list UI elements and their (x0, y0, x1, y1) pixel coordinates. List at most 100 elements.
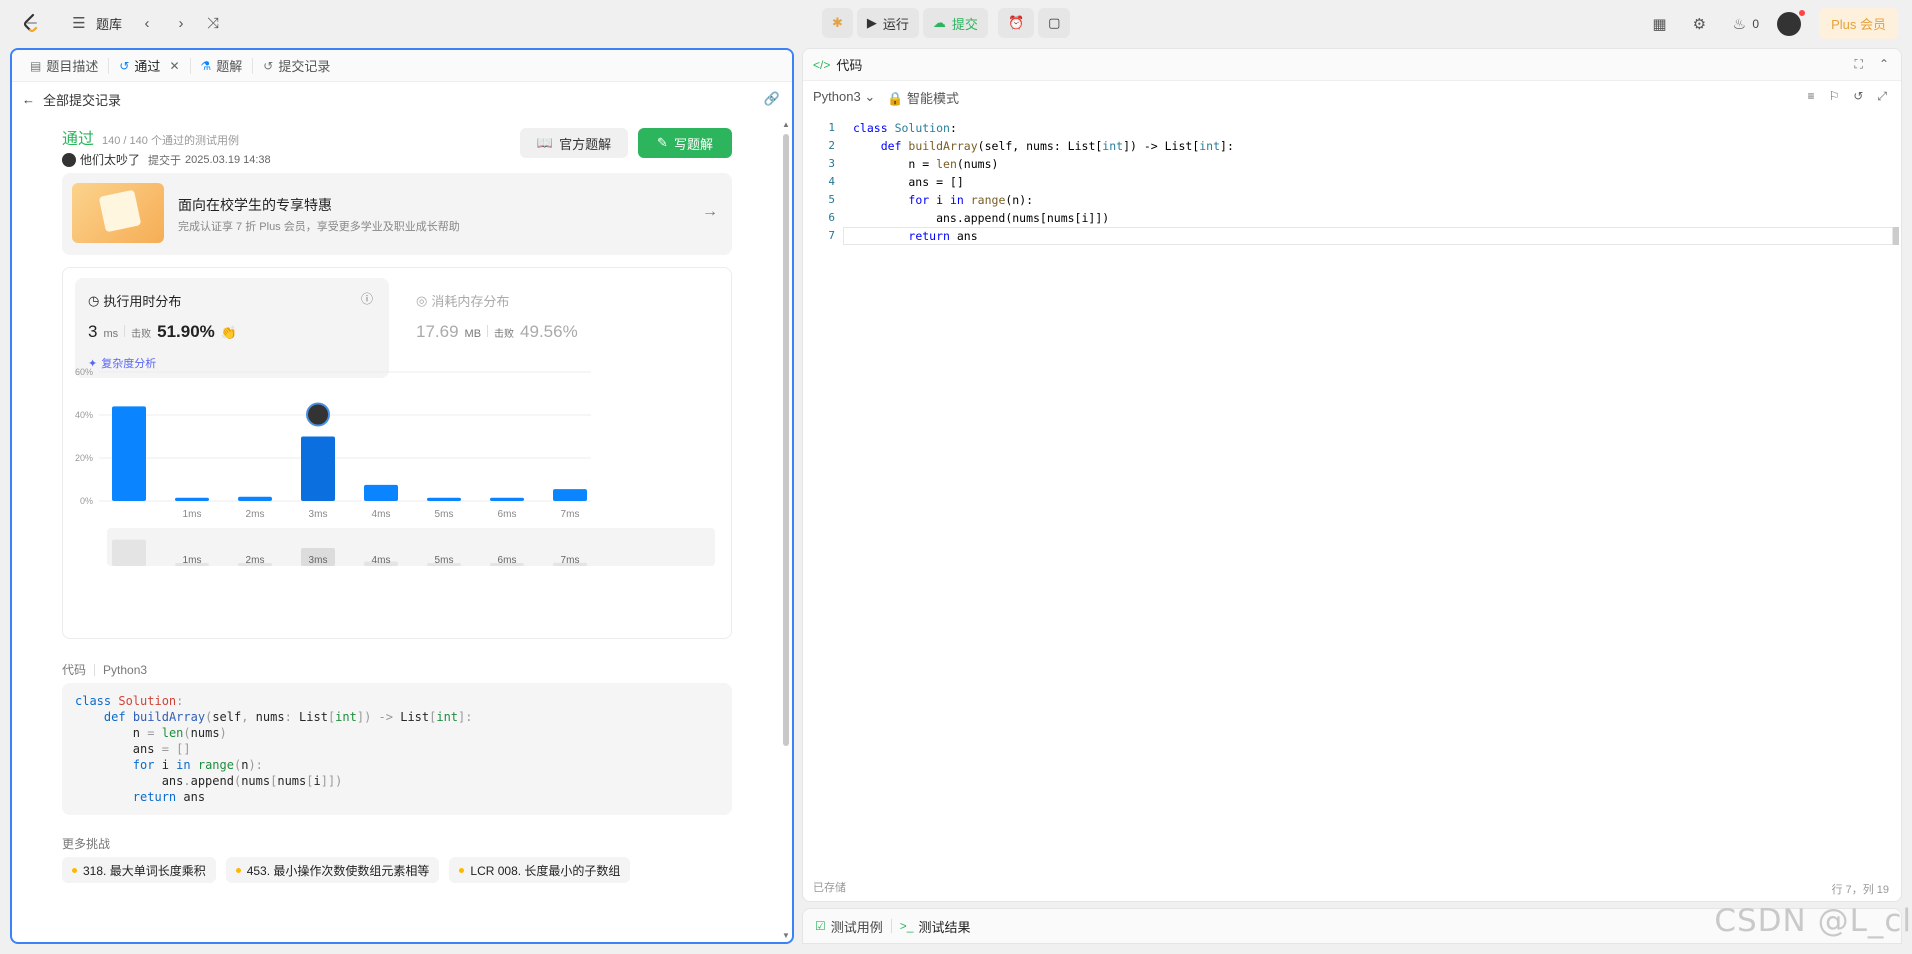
avatar[interactable] (1777, 9, 1806, 36)
left-scrollbar[interactable]: ▲ ▼ (782, 120, 790, 940)
code-lang: Python3 (103, 662, 148, 677)
random-problem-button[interactable]: ⤨ (202, 12, 224, 34)
debug-button[interactable]: ✱ (822, 8, 853, 38)
code-label: 代码 (62, 663, 87, 677)
editor-footer: 已存储 行 7，列 19 (803, 873, 1901, 901)
checkbox-icon: ☑ (815, 919, 826, 933)
layout-grid-icon[interactable]: ▦ (1648, 13, 1670, 35)
gear-icon[interactable]: ⚙ (1688, 13, 1710, 35)
tab-test-result[interactable]: >_ 测试结果 (900, 917, 971, 936)
link-icon[interactable]: 🔗 (764, 91, 780, 107)
runtime-metric: 3 ms 击败 51.90% 👏 (88, 322, 237, 342)
beats-label: 击败 (494, 329, 515, 340)
memory-beats: 49.56% (520, 322, 578, 341)
reset-icon[interactable]: ↺ (1853, 89, 1863, 104)
format-icon[interactable]: ≡ (1808, 89, 1815, 104)
timer-button[interactable]: ⏰ (997, 8, 1035, 38)
close-icon[interactable]: ✕ (169, 59, 179, 73)
tab-submissions[interactable]: ↺ 提交记录 (253, 58, 340, 75)
student-promo-banner[interactable]: 面向在校学生的专享特惠 完成认证享 7 折 Plus 会员，享受更多学业及职业成… (62, 173, 732, 255)
collapse-icon[interactable]: ⌃ (1879, 57, 1889, 72)
memory-unit: MB (464, 328, 482, 340)
tab-passed[interactable]: ↺ 通过 ✕ (109, 57, 191, 74)
leetcode-logo-icon[interactable] (20, 12, 42, 34)
navigator-bar (112, 539, 146, 566)
cursor-position: 行 7，列 19 (1831, 884, 1889, 896)
divider (94, 663, 96, 676)
tab-test-cases[interactable]: ☑ 测试用例 (815, 917, 883, 936)
code-editor[interactable]: 1 2 3 4 5 6 7 class Solution: def buildArray(s… (803, 119, 1901, 829)
note-icon: ▢ (1048, 15, 1061, 30)
chart-bar (490, 497, 524, 501)
chart-bar (175, 497, 209, 501)
runtime-value: 3 (88, 322, 98, 341)
write-solution-button[interactable]: ✎ 写题解 (638, 128, 732, 158)
navigator-tick-label: 1ms (183, 555, 202, 566)
divider (487, 325, 489, 337)
flask-icon: ⚗ (200, 58, 212, 73)
run-submit-group: ✱ ▶ 运行 ☁ 提交 ⏰ ▢ (822, 8, 1071, 38)
status-line: 通过 140 / 140 个通过的测试用例 (62, 125, 239, 149)
smart-mode-toggle[interactable]: 🔒 智能模式 (887, 88, 959, 107)
scroll-down-icon[interactable]: ▼ (782, 931, 790, 940)
beats-label: 击败 (131, 329, 152, 340)
more-challenges-list: 318. 最大单词长度乘积 453. 最小操作次数使数组元素相等 LCR 008… (62, 857, 631, 883)
editor-scrollbar[interactable] (1893, 119, 1899, 249)
back-to-submissions[interactable]: ← 全部提交记录 🔗 (12, 82, 792, 116)
chevron-right-icon: › (178, 14, 184, 32)
tab-passed-label: 通过 (134, 59, 161, 74)
flame-icon[interactable]: ♨ (1728, 13, 1750, 35)
scrollbar-thumb[interactable] (783, 134, 789, 746)
runtime-title: 执行用时分布 (103, 294, 182, 309)
problem-bank-button[interactable]: ☰ 题库 (68, 12, 122, 34)
tab-solutions[interactable]: ⚗ 题解 (191, 57, 254, 74)
navigator-tick-label: 2ms (246, 555, 265, 566)
x-tick-label: 6ms (498, 509, 517, 520)
bookmark-icon[interactable]: ⚐ (1829, 89, 1840, 104)
run-button[interactable]: ▶ 运行 (856, 8, 919, 38)
arrow-right-icon: → (702, 203, 718, 220)
line-number: 6 (828, 211, 835, 224)
back-label: 全部提交记录 (43, 92, 122, 108)
info-icon[interactable]: ⓘ (361, 290, 373, 307)
tab-description[interactable]: ▤ 题目描述 (20, 57, 110, 74)
memory-icon: ◎ (416, 292, 428, 308)
author-line: 他们太吵了 提交于 2025.03.19 14:38 (62, 151, 271, 168)
submission-detail: 通过 140 / 140 个通过的测试用例 他们太吵了 提交于 2025.03.… (12, 117, 782, 942)
official-solution-button[interactable]: 📖 官方题解 (520, 128, 628, 158)
expand-icon[interactable]: ⤢ (1877, 89, 1887, 104)
editor-code[interactable]: class Solution: def buildArray(self, num… (853, 119, 1234, 245)
challenge-chip[interactable]: 453. 最小操作次数使数组元素相等 (225, 857, 440, 883)
avatar[interactable] (62, 152, 76, 167)
fullscreen-icon[interactable]: ⛶ (1855, 57, 1863, 72)
tab-solutions-label: 题解 (216, 59, 243, 74)
more-challenges-title: 更多挑战 (62, 837, 111, 851)
editor-toolbar: Python3 ⌄ 🔒 智能模式 ≡ ⚐ ↺ ⤢ (803, 81, 1901, 113)
submit-label: 提交 (951, 16, 978, 32)
memory-title-row[interactable]: ◎ 消耗内存分布 (416, 291, 509, 310)
submit-button[interactable]: ☁ 提交 (922, 8, 988, 38)
prev-problem-button[interactable]: ‹ (136, 12, 158, 34)
line-number: 5 (828, 193, 835, 206)
x-tick-label: 7ms (561, 509, 580, 520)
submitted-prefix: 提交于 (148, 154, 182, 167)
difficulty-dot (235, 867, 241, 873)
language-select[interactable]: Python3 ⌄ (813, 89, 875, 105)
navigator-tick-label: 7ms (561, 555, 580, 566)
challenge-chip[interactable]: LCR 008. 长度最小的子数组 (449, 857, 631, 883)
plus-member-button[interactable]: Plus 会员 (1819, 8, 1898, 39)
next-problem-button[interactable]: › (170, 12, 192, 34)
note-button[interactable]: ▢ (1038, 8, 1071, 38)
author-name[interactable]: 他们太吵了 (80, 151, 140, 168)
runtime-distribution-chart[interactable]: 0% 20% 40% 60% 1ms 2ms 3ms 4ms 5ms 6ms 7ms 1ms 2ms 3m… (63, 360, 733, 640)
user-area: ▦ ⚙ ♨ 0 Plus 会员 (1648, 8, 1898, 39)
problem-bank-label: 题库 (96, 16, 123, 32)
challenge-chip[interactable]: 318. 最大单词长度乘积 (62, 857, 216, 883)
panel-splitter[interactable] (797, 48, 800, 944)
promo-subtitle: 完成认证享 7 折 Plus 会员，享受更多学业及职业成长帮助 (178, 221, 460, 233)
chart-bar (238, 496, 272, 501)
navigator-tick-label: 5ms (435, 555, 454, 566)
y-tick-label: 0% (80, 496, 93, 506)
scroll-up-icon[interactable]: ▲ (782, 120, 790, 129)
x-tick-label: 1ms (183, 509, 202, 520)
